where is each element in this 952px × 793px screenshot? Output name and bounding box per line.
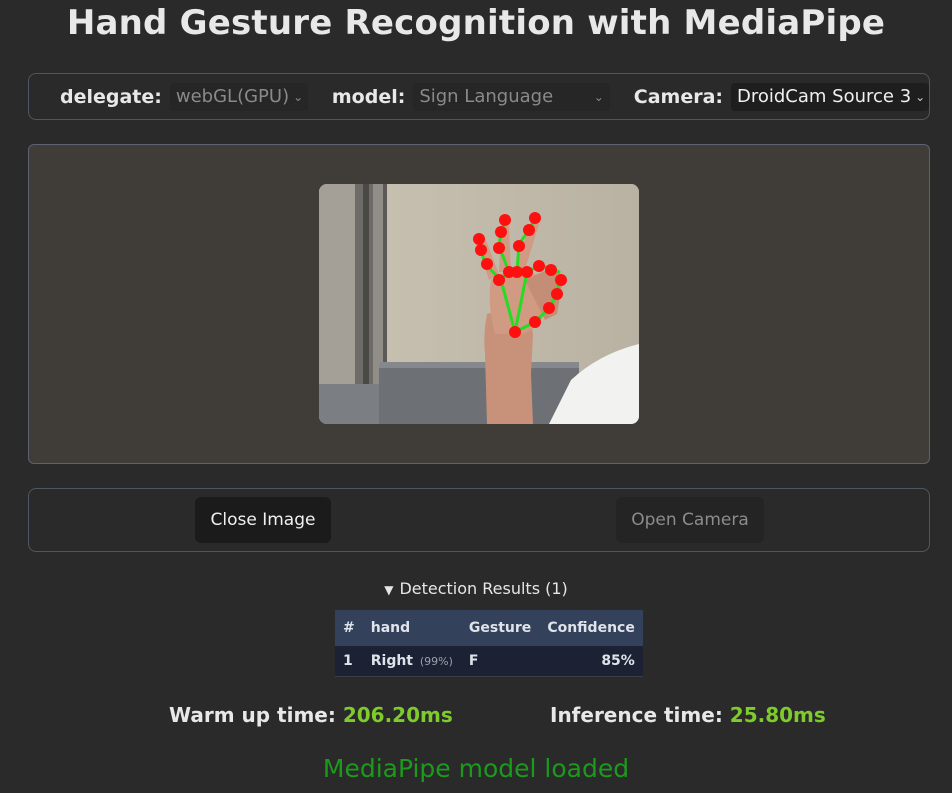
camera-select[interactable]: DroidCam Source 3 ⌄ bbox=[731, 82, 929, 111]
model-value: Sign Language bbox=[419, 86, 554, 107]
chevron-down-icon: ⌄ bbox=[915, 89, 926, 104]
row-hand: Right (99%) bbox=[363, 646, 461, 676]
camera-value: DroidCam Source 3 bbox=[737, 86, 912, 107]
camera-label: Camera: bbox=[633, 85, 723, 108]
results-table: # hand Gesture Confidence 1 Right (99%) … bbox=[335, 610, 643, 677]
col-hand: hand bbox=[370, 620, 411, 636]
table-row: 1 Right (99%) F 85% bbox=[335, 646, 643, 676]
row-index: 1 bbox=[343, 652, 353, 669]
actions-bar: Close Image Open Camera bbox=[28, 488, 930, 552]
hand-score: (99%) bbox=[419, 654, 453, 668]
chevron-down-icon: ⌄ bbox=[593, 89, 604, 104]
page-title: Hand Gesture Recognition with MediaPipe bbox=[66, 3, 886, 43]
table-header-row: # hand Gesture Confidence bbox=[335, 610, 643, 646]
delegate-select[interactable]: webGL(GPU) ⌄ bbox=[169, 82, 308, 111]
open-camera-button[interactable]: Open Camera bbox=[616, 497, 764, 543]
controls-bar: delegate: webGL(GPU) ⌄ model: Sign Langu… bbox=[28, 73, 930, 120]
delegate-label: delegate: bbox=[60, 85, 162, 108]
col-index: # bbox=[343, 620, 355, 636]
row-gesture: F bbox=[468, 652, 479, 669]
delegate-value: webGL(GPU) bbox=[175, 86, 290, 107]
close-image-button[interactable]: Close Image bbox=[195, 497, 331, 543]
status-message: MediaPipe model loaded bbox=[322, 754, 630, 783]
col-confidence: Confidence bbox=[547, 620, 635, 636]
model-select[interactable]: Sign Language ⌄ bbox=[413, 82, 610, 111]
row-confidence: 85% bbox=[601, 652, 635, 669]
inference-value: 25.80ms bbox=[729, 703, 826, 727]
detection-results-label: Detection Results (1) bbox=[399, 579, 568, 598]
warmup-time: Warm up time: 206.20ms bbox=[169, 702, 453, 728]
hand-landmarks-canvas bbox=[319, 184, 639, 424]
model-label: model: bbox=[331, 85, 406, 108]
inference-time: Inference time: 25.80ms bbox=[550, 702, 826, 728]
camera-frame-image bbox=[319, 184, 639, 424]
chevron-down-icon: ⌄ bbox=[293, 89, 304, 104]
inference-label: Inference time: bbox=[550, 703, 723, 727]
triangle-down-icon: ▼ bbox=[384, 583, 394, 597]
col-gesture: Gesture bbox=[468, 620, 532, 636]
warmup-label: Warm up time: bbox=[169, 703, 336, 727]
hand-value: Right bbox=[370, 652, 413, 669]
image-viewer bbox=[28, 144, 930, 464]
warmup-value: 206.20ms bbox=[342, 703, 453, 727]
detection-results-toggle[interactable]: ▼ Detection Results (1) bbox=[0, 578, 952, 601]
